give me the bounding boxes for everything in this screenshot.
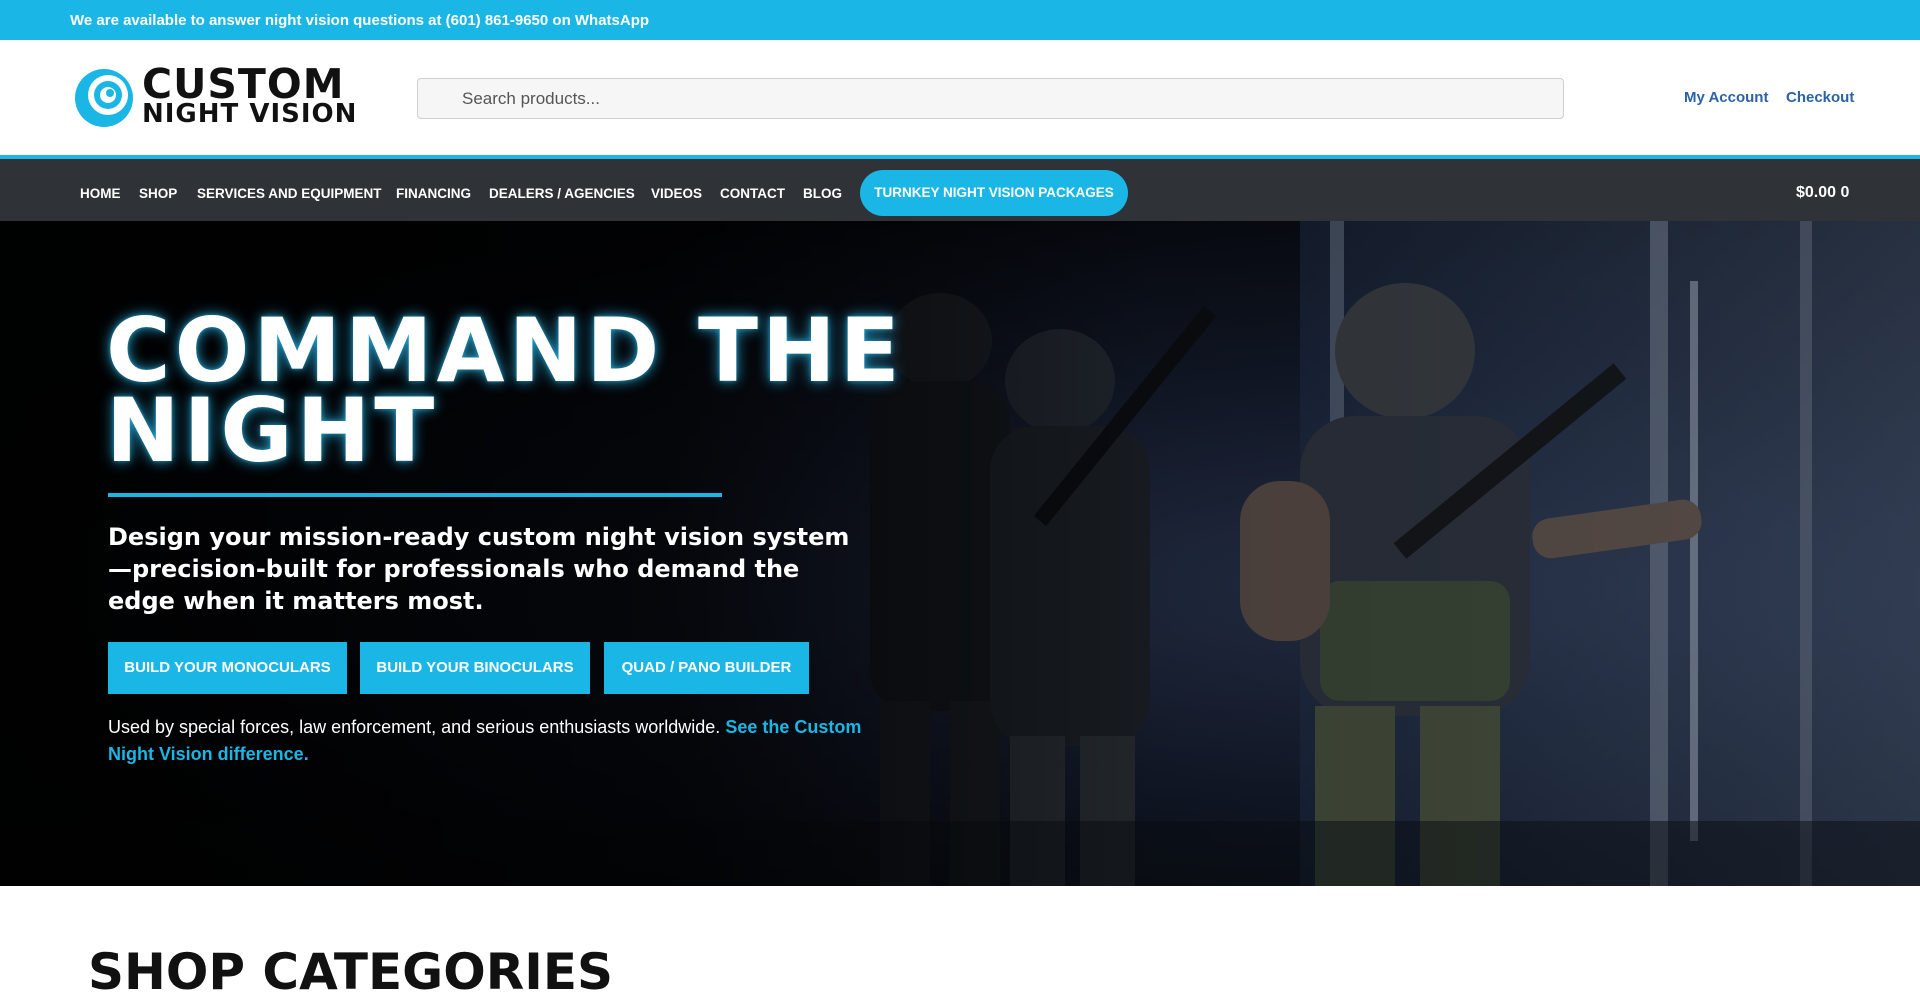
nav-item-shop[interactable]: SHOP — [139, 186, 177, 201]
hero-note-text: Used by special forces, law enforcement,… — [108, 717, 721, 737]
hero-note: Used by special forces, law enforcement,… — [108, 714, 888, 768]
cart-total[interactable]: $0.00 0 — [1796, 184, 1849, 202]
nav-item-dealers-agencies[interactable]: DEALERS / AGENCIES — [489, 186, 635, 201]
checkout-link[interactable]: Checkout — [1786, 89, 1854, 106]
my-account-link[interactable]: My Account — [1684, 89, 1768, 106]
build-monoculars-button[interactable]: BUILD YOUR MONOCULARS — [108, 642, 347, 694]
quad-pano-builder-button[interactable]: QUAD / PANO BUILDER — [604, 642, 809, 694]
logo-wordmark-night-vision: NIGHT VISION — [142, 99, 358, 129]
build-binoculars-button[interactable]: BUILD YOUR BINOCULARS — [360, 642, 590, 694]
nav-item-services-and-equipment[interactable]: SERVICES AND EQUIPMENT — [197, 186, 382, 201]
logo-wordmark-custom: CUSTOM — [142, 60, 345, 108]
nav-item-videos[interactable]: VIDEOS — [651, 186, 702, 201]
hero-title: COMMAND THE NIGHT — [106, 299, 904, 482]
logo-eye-icon — [75, 69, 133, 127]
shop-categories-heading: SHOP CATEGORIES — [88, 943, 613, 1001]
nav-item-blog[interactable]: BLOG — [803, 186, 842, 201]
turnkey-packages-button[interactable]: TURNKEY NIGHT VISION PACKAGES — [860, 170, 1128, 216]
announcement-bar: We are available to answer night vision … — [0, 0, 1920, 40]
site-header: CUSTOM NIGHT VISION My Account Checkout — [0, 40, 1920, 155]
nav-item-financing[interactable]: FINANCING — [396, 186, 471, 201]
nav-item-contact[interactable]: CONTACT — [720, 186, 785, 201]
search-box — [417, 78, 1564, 119]
hero-subtitle: Design your mission-ready custom night v… — [108, 523, 850, 615]
nav-item-home[interactable]: HOME — [80, 186, 121, 201]
site-logo[interactable]: CUSTOM NIGHT VISION — [72, 64, 382, 128]
search-input[interactable] — [418, 79, 1563, 118]
announcement-text: We are available to answer night vision … — [70, 12, 650, 29]
hero-banner: COMMAND THE NIGHT Design your mission-re… — [0, 221, 1920, 886]
hero-divider — [108, 493, 722, 497]
main-nav: HOME SHOP SERVICES AND EQUIPMENT FINANCI… — [0, 155, 1920, 221]
